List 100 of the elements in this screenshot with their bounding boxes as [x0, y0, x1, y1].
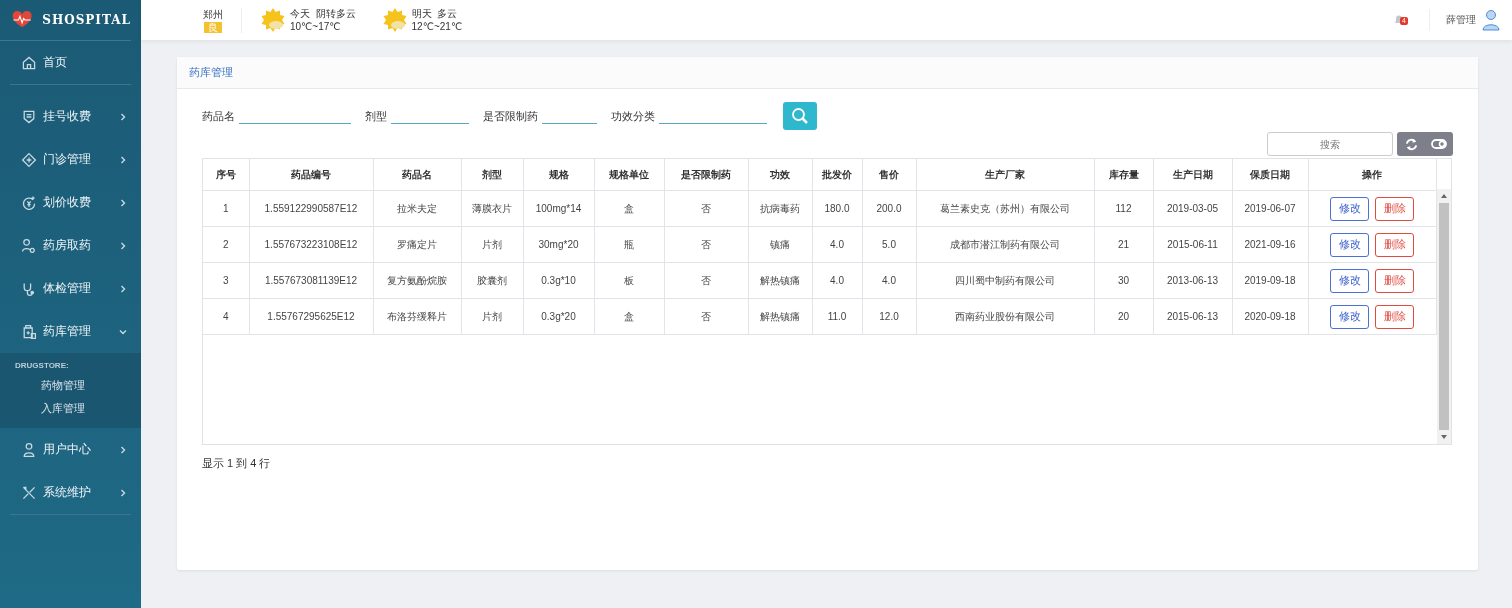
column-header: 批发价 — [812, 159, 862, 191]
menu-item[interactable]: 门诊管理 — [0, 138, 141, 181]
column-header: 操作 — [1308, 159, 1436, 191]
menu-item[interactable]: 划价收费 — [0, 181, 141, 224]
column-header: 药品编号 — [249, 159, 373, 191]
menu-item[interactable]: 用户中心 — [0, 428, 141, 471]
search-icon — [791, 107, 809, 125]
menu-icon — [21, 484, 37, 501]
table-cell: 2021-09-16 — [1232, 226, 1308, 263]
table-cell: 1.55767295625E12 — [249, 298, 373, 335]
table-cell: 2015-06-11 — [1153, 226, 1232, 263]
table-cell: 复方氨酚烷胺 — [373, 262, 461, 299]
delete-button[interactable]: 删除 — [1375, 232, 1414, 257]
table-cell: 否 — [664, 190, 748, 227]
menu-icon — [21, 237, 37, 254]
chevron-icon — [119, 112, 127, 121]
table-cell: 盒 — [594, 190, 664, 227]
delete-button[interactable]: 删除 — [1375, 304, 1414, 329]
column-header: 药品名 — [373, 159, 461, 191]
menu-icon — [21, 151, 37, 168]
chevron-icon — [119, 488, 127, 497]
menu-item[interactable]: 药房取药 — [0, 224, 141, 267]
partly-cloudy-icon — [381, 7, 408, 33]
filter-label: 药品名 — [202, 108, 235, 124]
delete-button[interactable]: 删除 — [1375, 268, 1414, 293]
table-cell: 否 — [664, 262, 748, 299]
table-cell: 180.0 — [812, 190, 862, 227]
table-cell: 罗痛定片 — [373, 226, 461, 263]
submenu-item[interactable]: 药物管理 — [15, 374, 141, 397]
table-cell: 盒 — [594, 298, 664, 335]
column-header: 序号 — [203, 159, 249, 191]
chevron-icon — [119, 155, 127, 164]
scrollbar[interactable] — [1436, 189, 1451, 444]
column-header: 剂型 — [461, 159, 523, 191]
partly-cloudy-icon — [260, 7, 286, 33]
table-cell: 2020-09-18 — [1232, 298, 1308, 335]
table-cell: 4.0 — [812, 226, 862, 263]
table-cell: 112 — [1094, 190, 1153, 227]
submenu-item[interactable]: 入库管理 — [15, 397, 141, 420]
submenu-heading: DRUGSTORE: — [15, 361, 70, 370]
search-button[interactable] — [783, 102, 817, 130]
table-cell: 20 — [1094, 298, 1153, 335]
table-cell: 0.3g*20 — [523, 298, 594, 335]
edit-button[interactable]: 修改 — [1330, 232, 1369, 257]
table-cell: 200.0 — [862, 190, 916, 227]
user-avatar-icon[interactable] — [1482, 9, 1500, 31]
user-name[interactable]: 薛管理 — [1446, 13, 1476, 27]
panel-title: 药库管理 — [189, 65, 233, 80]
table-cell: 12.0 — [862, 298, 916, 335]
table-cell: 解热镇痛 — [748, 298, 812, 335]
table-cell: 21 — [1094, 226, 1153, 263]
table-cell: 2019-03-05 — [1153, 190, 1232, 227]
filter-label: 剂型 — [365, 108, 387, 124]
edit-button[interactable]: 修改 — [1330, 268, 1369, 293]
weather-condition: 明天 多云 — [411, 7, 459, 20]
table-cell: 瓶 — [594, 226, 664, 263]
menu-item[interactable]: 系统维护 — [0, 471, 141, 514]
table-cell: 葛兰素史克（苏州）有限公司 — [916, 190, 1094, 227]
table-cell: 2019-09-18 — [1232, 262, 1308, 299]
menu-icon — [21, 108, 37, 125]
table-cell: 11.0 — [812, 298, 862, 335]
chevron-icon — [119, 445, 127, 454]
table-cell: 布洛芬缓释片 — [373, 298, 461, 335]
air-quality-badge: 良 — [204, 21, 222, 33]
table-cell: 2013-06-13 — [1153, 262, 1232, 299]
refresh-icon — [1404, 137, 1418, 151]
search-field[interactable]: 搜索 — [1267, 132, 1393, 156]
menu-item[interactable]: 挂号收费 — [0, 95, 141, 138]
menu-item[interactable]: 药库管理 — [0, 310, 141, 353]
table-cell: 镇痛 — [748, 226, 812, 263]
table-cell: 30 — [1094, 262, 1153, 299]
edit-button[interactable]: 修改 — [1330, 304, 1369, 329]
table-cell: 3 — [203, 262, 249, 299]
city-name: 郑州 — [203, 7, 223, 22]
table-cell: 西南药业股份有限公司 — [916, 298, 1094, 335]
table-cell: 成都市潜江制药有限公司 — [916, 226, 1094, 263]
toggle-icon — [1431, 139, 1447, 149]
column-header: 规格 — [523, 159, 594, 191]
table-cell: 板 — [594, 262, 664, 299]
temperature-range: 12℃~21℃ — [411, 20, 463, 33]
table-cell: 抗病毒药 — [748, 190, 812, 227]
table-cell: 拉米夫定 — [373, 190, 461, 227]
menu-item[interactable]: 首页 — [10, 41, 131, 85]
menu-icon — [21, 194, 37, 211]
column-header: 生产厂家 — [916, 159, 1094, 191]
menu-icon — [21, 54, 37, 71]
table-cell: 1.559122990587E12 — [249, 190, 373, 227]
pagination-info: 显示 1 到 4 行 — [202, 456, 272, 471]
table-cell: 解热镇痛 — [748, 262, 812, 299]
table-cell: 片剂 — [461, 226, 523, 263]
table-cell: 胶囊剂 — [461, 262, 523, 299]
edit-button[interactable]: 修改 — [1330, 196, 1369, 221]
table-cell: 4 — [203, 298, 249, 335]
table-cell: 2015-06-13 — [1153, 298, 1232, 335]
delete-button[interactable]: 删除 — [1375, 196, 1414, 221]
table-cell: 1.557673223108E12 — [249, 226, 373, 263]
menu-item[interactable]: 体检管理 — [0, 267, 141, 310]
chevron-icon — [119, 241, 127, 250]
table-cell: 2019-06-07 — [1232, 190, 1308, 227]
column-header: 生产日期 — [1153, 159, 1232, 191]
